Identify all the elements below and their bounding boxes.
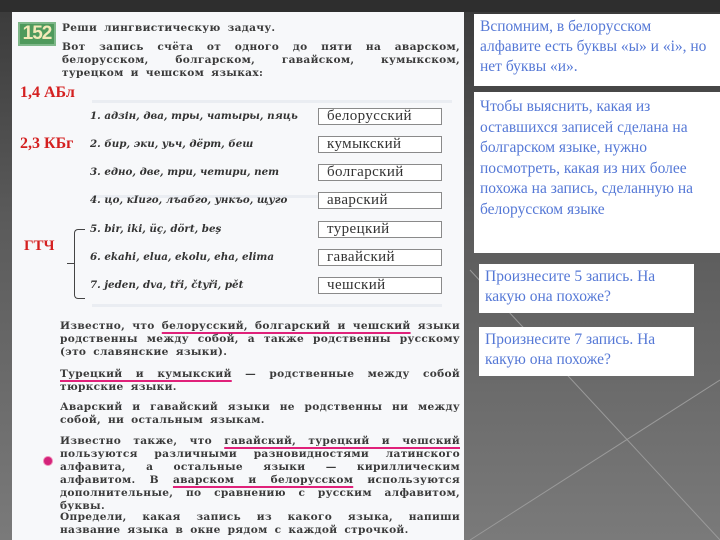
- count-row-5: 5. bir, iki, üç, dört, beş: [90, 223, 222, 235]
- count-row-2: 2. бир, эки, уьч, дёрт, беш: [90, 138, 254, 150]
- count-row-1: 1. адзін, два, тры, чатыры, пяць: [90, 110, 298, 122]
- annotation-abl: 1,4 АБл: [20, 84, 75, 101]
- count-row-4: 4. цо, кIиго, лъабго, ункъо, щуго: [90, 194, 288, 206]
- note-bulgarian-hint: Чтобы выяснить, какая из оставшихся запи…: [474, 92, 720, 253]
- fact-slavic: Известно, что белорусский, болгарский и …: [60, 320, 460, 359]
- top-bar: [0, 0, 720, 12]
- fact-unrelated: Аварский и гавайский языки не родственны…: [60, 401, 460, 426]
- underlined-text: Турецкий и кумыкский: [60, 368, 232, 380]
- bullet-dot: [44, 457, 52, 465]
- exercise-title: Реши лингвистическую задачу.: [62, 22, 276, 34]
- ghost-line: [92, 304, 442, 307]
- underlined-text: белорусский, болгарский и чешский: [161, 320, 411, 332]
- textbook-page: 152 Реши лингвистическую задачу. Вот зап…: [12, 12, 464, 540]
- underlined-text: гавайский, турецкий и чешский: [224, 435, 460, 447]
- note-pronounce-7: Произнесите 7 запись. На какую она похож…: [479, 327, 694, 376]
- underlined-text: аварском и белорусском: [172, 474, 354, 486]
- answer-box-6[interactable]: гавайский: [318, 249, 442, 266]
- text: Известно, что: [60, 320, 162, 332]
- answer-box-7[interactable]: чешский: [318, 277, 442, 294]
- text: Известно также, что: [60, 435, 225, 447]
- answer-box-3[interactable]: болгарский: [318, 164, 442, 181]
- fact-alphabets: Известно также, что гавайский, турецкий …: [60, 435, 460, 513]
- ghost-line: [92, 100, 452, 103]
- answer-box-4[interactable]: аварский: [318, 192, 442, 209]
- annotation-kbg: 2,3 КБг: [20, 135, 74, 152]
- count-row-6: 6. ekahi, elua, ekolu, eha, elima: [90, 251, 274, 263]
- note-belarusian-alphabet: Вспомним, в белорусском алфавите есть бу…: [474, 14, 720, 86]
- answer-box-5[interactable]: турецкий: [318, 221, 442, 238]
- fact-turkic: Турецкий и кумыкский — родственные между…: [60, 368, 460, 394]
- count-row-3: 3. едно, две, три, четири, пет: [90, 166, 280, 178]
- answer-box-1[interactable]: белорусский: [318, 108, 442, 125]
- count-row-7: 7. jeden, dva, tři, čtyři, pět: [90, 279, 244, 291]
- exercise-intro: Вот запись счёта от одного до пяти на ав…: [62, 41, 460, 79]
- task-instruction: Определи, какая запись из какого языка, …: [60, 511, 460, 536]
- annotation-gtch: ГТЧ: [24, 238, 55, 254]
- bracket-tick: [67, 263, 75, 264]
- note-pronounce-5: Произнесите 5 запись. На какую она похож…: [479, 264, 694, 313]
- curly-bracket: [74, 229, 85, 299]
- answer-box-2[interactable]: кумыкский: [318, 136, 442, 153]
- exercise-number-badge: 152: [18, 22, 56, 46]
